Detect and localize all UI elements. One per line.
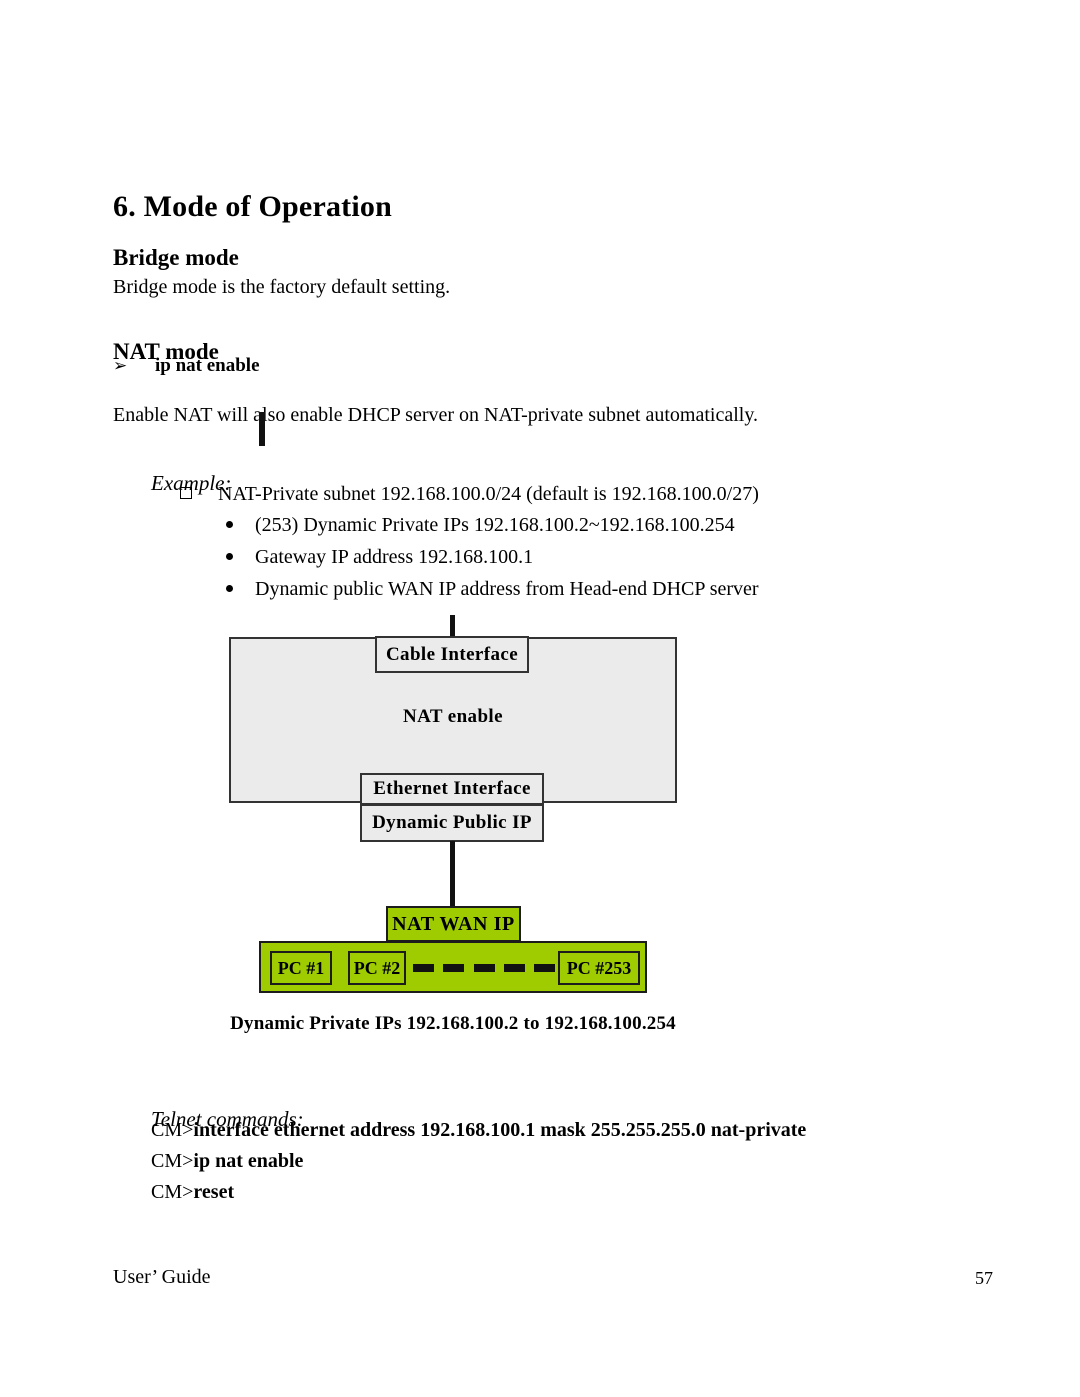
- dash-segment: [534, 964, 555, 972]
- telnet-command-text: ip nat enable: [193, 1150, 304, 1172]
- pc-node-253: PC #253: [558, 951, 640, 985]
- dash-segment: [503, 964, 525, 972]
- diagram-caption: Dynamic Private IPs 192.168.100.2 to 192…: [230, 1013, 676, 1034]
- telnet-command-line: CM>reset: [151, 1181, 234, 1204]
- dash-segment: [443, 964, 465, 972]
- dash-segment: [413, 964, 434, 972]
- telnet-prompt: CM>: [151, 1119, 194, 1141]
- cable-uplink-connector: [450, 615, 455, 637]
- telnet-prompt: CM>: [151, 1150, 194, 1172]
- telnet-command-line: CM>interface ethernet address 192.168.10…: [151, 1119, 806, 1142]
- pc-node-1: PC #1: [270, 951, 332, 985]
- telnet-command-text: interface ethernet address 192.168.100.1…: [193, 1119, 807, 1141]
- telnet-command-line: CM>ip nat enable: [151, 1150, 303, 1173]
- telnet-prompt: CM>: [151, 1181, 194, 1203]
- footer-page-number: 57: [975, 1268, 993, 1288]
- ethernet-interface-box: Ethernet Interface: [360, 773, 544, 805]
- pc-node-2: PC #2: [348, 951, 406, 985]
- lan-segment-bar: PC #1 PC #2 PC #253: [259, 941, 647, 993]
- lan-dashes: [413, 964, 555, 972]
- modem-nat-enable-label: NAT enable: [403, 706, 503, 727]
- telnet-command-text: reset: [193, 1181, 235, 1203]
- footer-document-name: User’ Guide: [113, 1266, 211, 1288]
- cable-interface-box: Cable Interface: [375, 636, 529, 673]
- document-page: 6. Mode of Operation Bridge mode Bridge …: [0, 0, 1080, 1397]
- dynamic-public-ip-box: Dynamic Public IP: [360, 804, 544, 842]
- dash-segment: [473, 964, 495, 972]
- ethernet-downlink-connector: [450, 841, 455, 906]
- nat-wan-ip-box: NAT WAN IP: [386, 906, 521, 942]
